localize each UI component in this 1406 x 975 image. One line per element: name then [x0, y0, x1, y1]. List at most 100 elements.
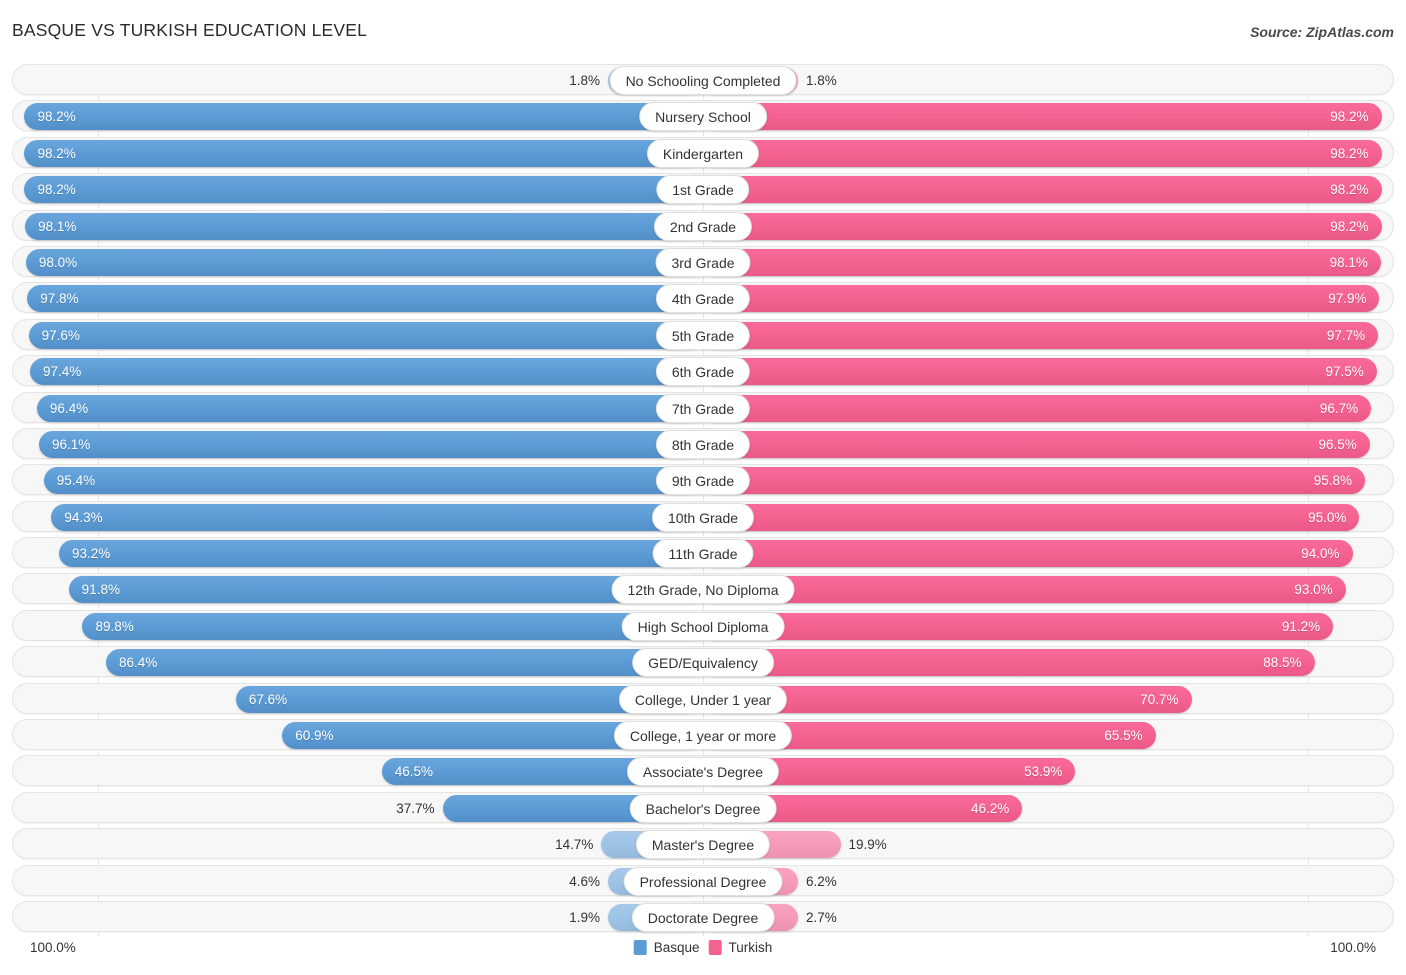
bar-value-label: 97.5%	[1325, 364, 1364, 380]
bar-half-basque: 89.8%	[13, 612, 703, 640]
category-label: 5th Grade	[655, 320, 751, 350]
bar-value-label: 96.4%	[49, 400, 89, 416]
bar-turkish[interactable]: 96.5%	[703, 430, 1370, 458]
category-label: Nursery School	[639, 102, 767, 132]
bar-basque[interactable]: 96.1%	[38, 430, 703, 458]
category-label: College, 1 year or more	[613, 721, 793, 751]
chart-page: BASQUE VS TURKISH EDUCATION LEVEL Source…	[0, 0, 1406, 975]
chart-row: 97.8% 97.9% 4th Grade	[12, 282, 1394, 314]
chart-row: 1.8% 1.8% No Schooling Completed	[12, 64, 1394, 95]
bar-turkish[interactable]: 98.2%	[703, 212, 1382, 240]
axis-label-right: 100.0%	[1330, 940, 1376, 955]
legend-swatch-icon	[633, 940, 647, 955]
bar-value-label: 37.7%	[396, 800, 435, 816]
bar-value-label: 91.8%	[81, 582, 120, 598]
bar-turkish[interactable]: 95.8%	[703, 467, 1365, 495]
bar-value-label: 97.9%	[1328, 291, 1367, 307]
bar-turkish[interactable]: 96.7%	[703, 394, 1372, 422]
bar-value-label: 98.2%	[1330, 218, 1369, 234]
source-attribution: Source: ZipAtlas.com	[1250, 24, 1394, 40]
bar-half-basque: 94.3%	[13, 503, 703, 531]
chart-row: 93.2% 94.0% 11th Grade	[12, 537, 1394, 569]
bar-half-basque: 37.7%	[13, 794, 703, 822]
bar-value-label: 95.8%	[1313, 473, 1352, 489]
bar-turkish[interactable]: 93.0%	[703, 576, 1346, 604]
bar-half-basque: 98.0%	[13, 248, 703, 276]
bar-basque[interactable]: 97.8%	[27, 285, 703, 313]
bar-value-label: 94.0%	[1301, 546, 1340, 562]
bar-basque[interactable]: 93.2%	[59, 540, 703, 568]
bar-value-label: 6.2%	[806, 873, 837, 889]
chart-row: 14.7% 19.9% Master's Degree	[12, 828, 1394, 860]
bar-turkish[interactable]: 98.2%	[703, 176, 1382, 204]
bar-turkish[interactable]: 88.5%	[703, 649, 1315, 677]
bar-value-label: 1.9%	[569, 909, 600, 925]
bar-turkish[interactable]: 97.9%	[703, 285, 1380, 313]
bar-turkish[interactable]: 94.0%	[703, 540, 1353, 568]
bar-value-label: 97.7%	[1326, 327, 1366, 343]
category-label: 12th Grade, No Diploma	[611, 575, 795, 605]
bar-turkish[interactable]: 98.2%	[703, 103, 1382, 131]
bar-value-label: 96.5%	[1318, 436, 1357, 452]
bar-basque[interactable]: 86.4%	[105, 649, 703, 677]
bar-value-label: 97.8%	[40, 291, 79, 307]
chart-row: 67.6% 70.7% College, Under 1 year	[12, 682, 1394, 714]
bar-value-label: 88.5%	[1263, 655, 1302, 671]
bar-half-turkish: 6.2%	[703, 867, 1393, 895]
bar-value-label: 65.5%	[1104, 728, 1143, 744]
legend-item[interactable]: Turkish	[708, 940, 772, 955]
bar-value-label: 98.2%	[1330, 109, 1369, 125]
category-label: 2nd Grade	[653, 211, 753, 241]
bar-basque[interactable]: 94.3%	[51, 503, 703, 531]
category-label: 3rd Grade	[655, 247, 751, 277]
bar-value-label: 98.2%	[1330, 182, 1369, 198]
bar-value-label: 4.6%	[569, 873, 600, 889]
bar-basque[interactable]: 89.8%	[82, 612, 703, 640]
bar-value-label: 97.6%	[41, 327, 80, 343]
bar-value-label: 60.9%	[295, 728, 334, 744]
bar-basque[interactable]: 95.4%	[43, 467, 703, 495]
page-title: BASQUE VS TURKISH EDUCATION LEVEL	[12, 20, 368, 40]
bar-turkish[interactable]: 98.1%	[703, 248, 1381, 276]
bar-basque[interactable]: 91.8%	[68, 576, 703, 604]
bar-basque[interactable]: 98.2%	[24, 139, 703, 167]
chart-row: 91.8% 93.0% 12th Grade, No Diploma	[12, 573, 1394, 605]
category-label: 10th Grade	[651, 502, 755, 532]
chart-row: 86.4% 88.5% GED/Equivalency	[12, 646, 1394, 678]
axis-label-left: 100.0%	[30, 940, 76, 955]
bar-half-turkish: 46.2%	[703, 794, 1393, 822]
bar-half-turkish: 97.9%	[703, 285, 1393, 313]
bar-half-basque: 98.2%	[13, 139, 703, 167]
bar-basque[interactable]: 98.1%	[25, 212, 703, 240]
bar-turkish[interactable]: 95.0%	[703, 503, 1360, 531]
category-label: Professional Degree	[623, 866, 783, 896]
chart-row: 98.2% 98.2% Kindergarten	[12, 136, 1394, 168]
bar-half-turkish: 96.7%	[703, 394, 1393, 422]
chart-legend: Basque Turkish	[633, 940, 772, 955]
bar-basque[interactable]: 97.4%	[29, 358, 703, 386]
legend-item[interactable]: Basque	[633, 940, 700, 955]
category-label: 9th Grade	[655, 466, 751, 496]
bar-turkish[interactable]: 97.7%	[703, 321, 1379, 349]
bar-half-turkish: 98.1%	[703, 248, 1393, 276]
bar-half-basque: 97.6%	[13, 321, 703, 349]
bar-basque[interactable]: 98.2%	[24, 103, 703, 131]
bar-half-turkish: 98.2%	[703, 176, 1393, 204]
chart-row: 37.7% 46.2% Bachelor's Degree	[12, 791, 1394, 823]
bar-basque[interactable]: 98.2%	[24, 176, 703, 204]
bar-basque[interactable]: 96.4%	[36, 394, 703, 422]
bar-value-label: 95.0%	[1308, 509, 1347, 525]
bar-turkish[interactable]: 91.2%	[703, 612, 1334, 640]
bar-value-label: 95.4%	[56, 473, 96, 489]
bar-value-label: 97.4%	[42, 364, 82, 380]
category-label: 8th Grade	[655, 429, 751, 459]
bar-value-label: 91.2%	[1281, 618, 1321, 634]
bar-basque[interactable]: 97.6%	[28, 321, 703, 349]
bar-half-basque: 14.7%	[13, 831, 703, 859]
bar-half-turkish: 91.2%	[703, 612, 1393, 640]
bar-half-turkish: 95.8%	[703, 467, 1393, 495]
bar-basque[interactable]: 98.0%	[25, 248, 703, 276]
bar-turkish[interactable]: 97.5%	[703, 358, 1377, 386]
category-label: Bachelor's Degree	[629, 793, 777, 823]
bar-turkish[interactable]: 98.2%	[703, 139, 1382, 167]
